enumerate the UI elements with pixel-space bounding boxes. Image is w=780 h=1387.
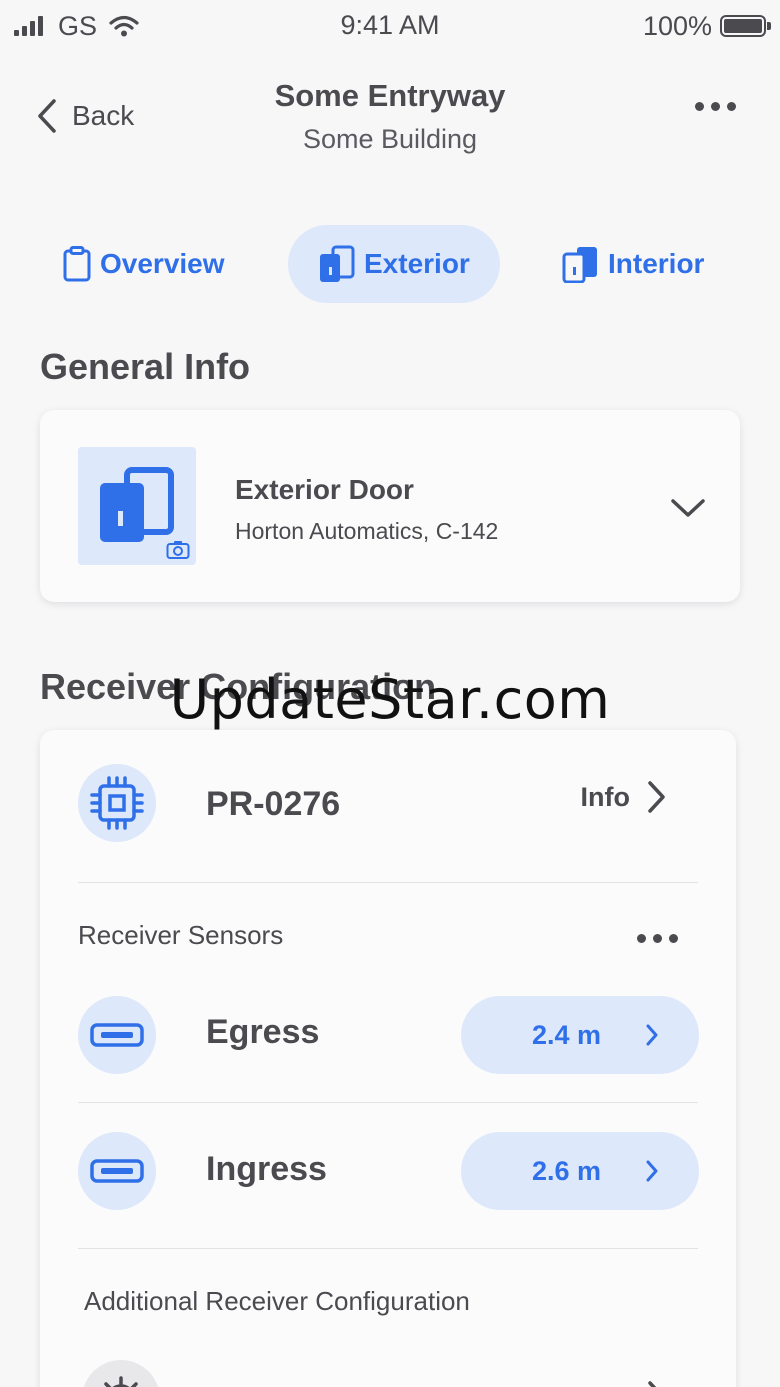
info-label: Info — [580, 781, 630, 812]
more-dot — [711, 102, 720, 111]
chevron-right-icon[interactable] — [646, 1380, 666, 1387]
chevron-right-icon — [648, 781, 665, 813]
status-bar: GS 9:41 AM 100% — [0, 0, 780, 52]
chevron-right-icon — [646, 1024, 658, 1046]
door-thumbnail[interactable] — [78, 447, 196, 565]
camera-icon — [166, 541, 190, 559]
sensor-icon-container — [78, 996, 156, 1074]
chevron-right-icon — [646, 1160, 658, 1182]
sensor-range-value: 2.4 m — [531, 1019, 601, 1050]
page-title: Some Entryway — [274, 78, 506, 113]
tab-overview[interactable]: Overview — [62, 225, 225, 303]
more-options-button[interactable] — [695, 102, 736, 111]
sensor-range-egress-button[interactable]: 2.4 m — [461, 996, 699, 1074]
nav-titles: Some Entryway Some Building — [0, 78, 780, 155]
tab-interior-label: Interior — [608, 248, 705, 279]
more-dot — [637, 934, 646, 943]
gear-icon-container[interactable] — [82, 1360, 160, 1387]
receiver-info-button[interactable]: Info — [581, 780, 666, 814]
general-info-title: General Info — [40, 346, 251, 387]
tab-exterior-label: Exterior — [364, 248, 470, 279]
more-dot — [669, 934, 678, 943]
door-name: Exterior Door — [235, 474, 414, 505]
tab-exterior[interactable]: Exterior — [288, 225, 500, 303]
tab-overview-label: Overview — [100, 248, 225, 279]
more-dot — [695, 102, 704, 111]
receiver-config-title: Receiver Configuration — [40, 666, 437, 707]
door-card[interactable]: Exterior Door Horton Automatics, C-142 — [40, 410, 740, 602]
door-icon — [562, 247, 597, 283]
sensors-more-button[interactable] — [637, 934, 678, 943]
sensor-icon — [90, 1159, 144, 1183]
more-dot — [727, 102, 736, 111]
chip-icon — [90, 776, 144, 830]
gear-icon — [104, 1376, 138, 1387]
divider — [78, 882, 698, 883]
clipboard-icon — [63, 246, 91, 282]
sensor-range-value: 2.6 m — [531, 1155, 601, 1186]
status-time: 9:41 AM — [340, 10, 440, 40]
sensor-label-egress: Egress — [206, 1013, 320, 1051]
tab-bar: Overview Exterior Interior — [0, 225, 780, 303]
sensor-label-ingress: Ingress — [206, 1150, 327, 1188]
door-model: Horton Automatics, C-142 — [235, 518, 499, 544]
receiver-card: PR-0276 Info Receiver Sensors Egress 2.4… — [40, 730, 736, 1387]
sensor-icon-container — [78, 1132, 156, 1210]
sensor-range-ingress-button[interactable]: 2.6 m — [461, 1132, 699, 1210]
additional-config-heading: Additional Receiver Configuration — [84, 1286, 470, 1316]
chevron-down-icon[interactable] — [670, 498, 706, 518]
sensor-icon — [90, 1023, 144, 1047]
more-dot — [653, 934, 662, 943]
page-subtitle: Some Building — [302, 124, 478, 154]
battery-icon — [720, 15, 771, 37]
divider — [78, 1102, 698, 1103]
receiver-id: PR-0276 — [206, 785, 341, 823]
divider — [78, 1248, 698, 1249]
door-icon — [320, 245, 355, 282]
tab-interior[interactable]: Interior — [562, 225, 704, 303]
chip-icon-container — [78, 764, 156, 842]
nav-header: Back Some Entryway Some Building — [0, 60, 780, 180]
sensors-heading: Receiver Sensors — [78, 920, 284, 950]
